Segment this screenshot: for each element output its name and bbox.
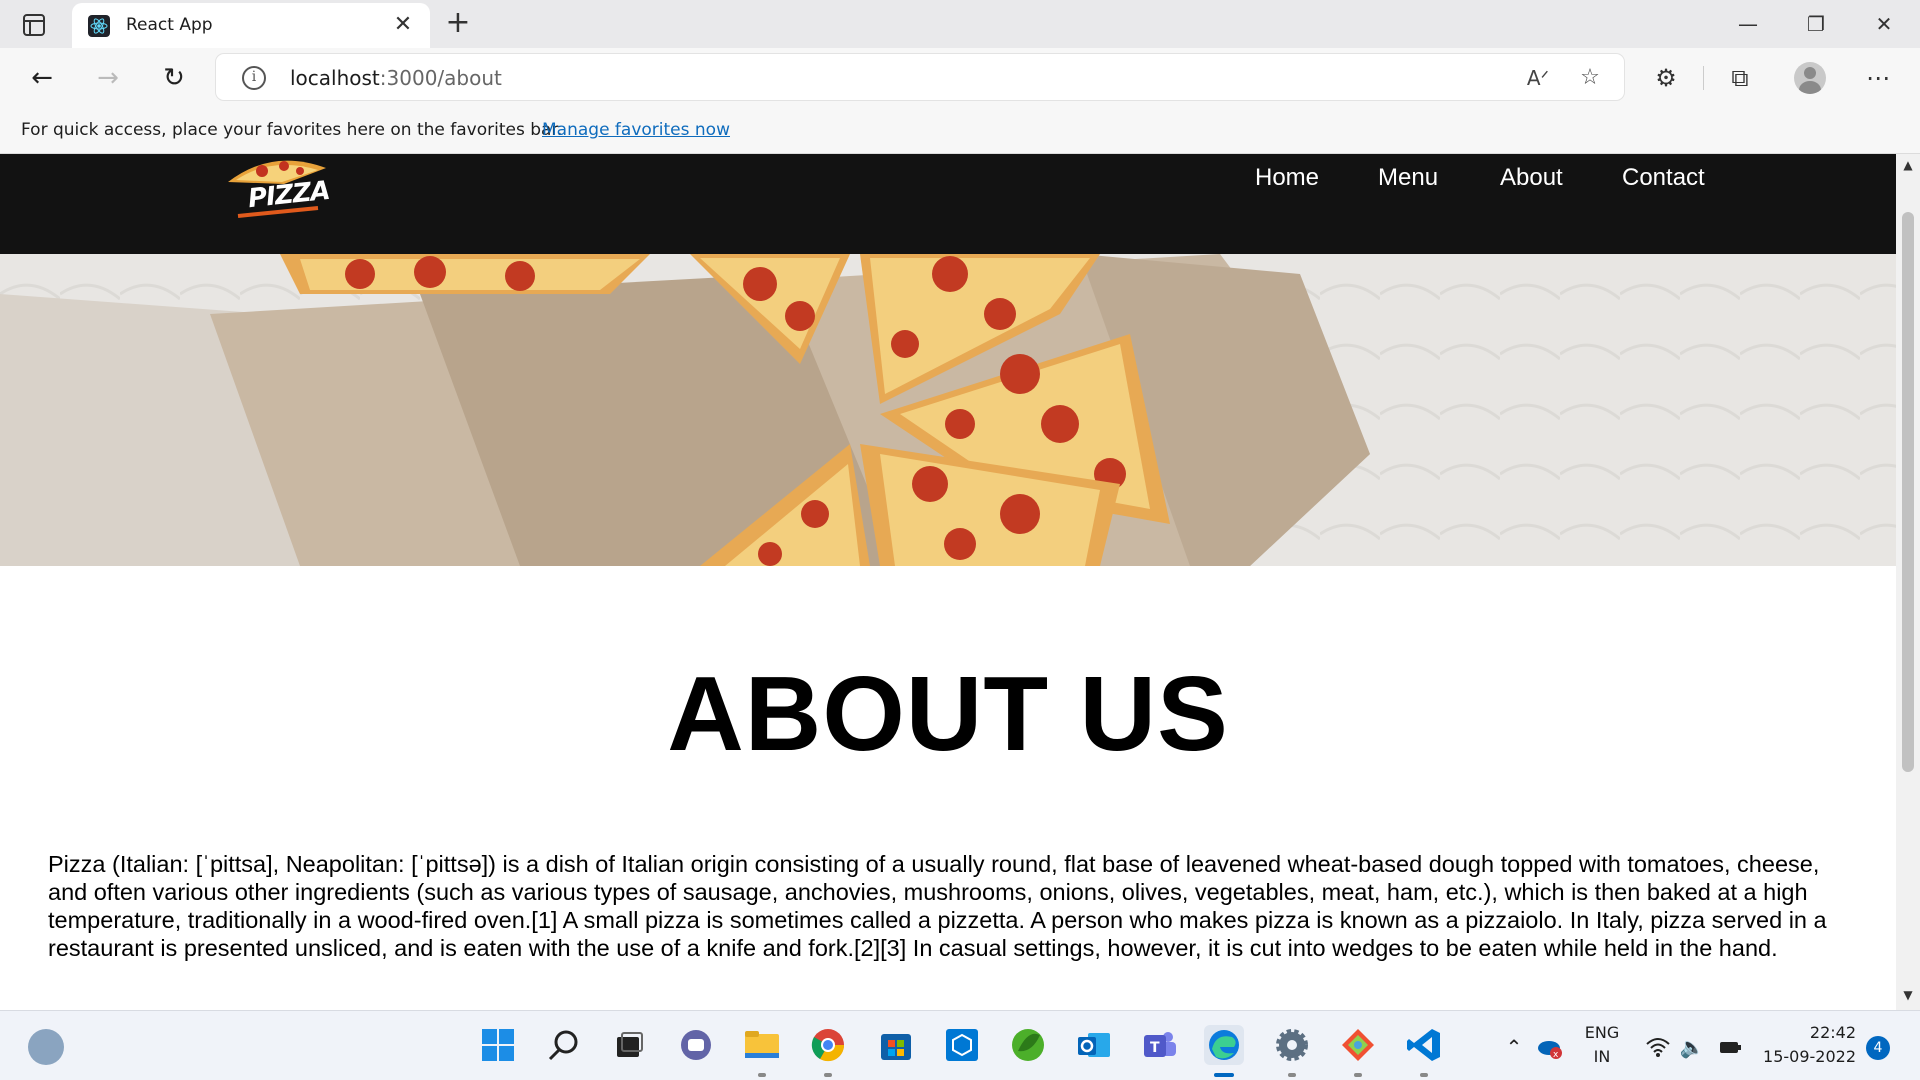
nav-link-menu[interactable]: Menu — [1378, 164, 1438, 192]
notification-count-badge[interactable]: 4 — [1866, 1036, 1890, 1060]
region-indicator[interactable]: IN — [1578, 1047, 1626, 1066]
favorites-prompt: For quick access, place your favorites h… — [21, 120, 563, 140]
read-aloud-icon[interactable]: A͏ᐟ — [1522, 62, 1554, 94]
battery-icon[interactable] — [1716, 1033, 1744, 1061]
tab-actions-icon[interactable] — [18, 12, 52, 38]
browser-tab-bar: React App ✕ + — ❐ ✕ — [0, 0, 1920, 48]
start-menu-icon[interactable] — [478, 1025, 518, 1065]
site-navbar: PIZZA Home Menu About Contact — [0, 154, 1896, 254]
tab-title: React App — [126, 15, 213, 35]
file-explorer-icon[interactable] — [742, 1025, 782, 1077]
back-arrow-icon[interactable]: ← — [24, 60, 60, 96]
scroll-thumb[interactable] — [1902, 212, 1914, 772]
search-icon[interactable] — [544, 1025, 584, 1065]
nav-link-home[interactable]: Home — [1255, 164, 1319, 192]
onedrive-error-icon[interactable]: x — [1536, 1033, 1564, 1061]
show-hidden-icons-icon[interactable]: ⌃ — [1500, 1033, 1528, 1061]
wifi-icon[interactable] — [1644, 1033, 1672, 1061]
language-indicator[interactable]: ENG — [1578, 1023, 1626, 1042]
svg-text:T: T — [1150, 1040, 1160, 1056]
url-text[interactable]: localhost:3000/about — [290, 66, 502, 90]
microsoft-store-icon[interactable] — [876, 1025, 916, 1065]
task-view-icon[interactable] — [608, 1025, 648, 1065]
new-tab-icon[interactable]: + — [442, 8, 474, 40]
teams-icon[interactable]: T — [1140, 1025, 1180, 1065]
page-viewport: PIZZA Home Menu About Contact ABOUT US P… — [0, 154, 1896, 1010]
windows-taskbar: T ⌃ x ENG IN 🔈 22:42 15-09-2022 4 — [0, 1010, 1920, 1080]
about-paragraph: Pizza (Italian: [ˈpittsa], Neapolitan: [… — [48, 851, 1827, 961]
clock-time[interactable]: 22:42 — [1760, 1023, 1856, 1042]
close-window-icon[interactable]: ✕ — [1856, 6, 1912, 42]
profile-avatar[interactable] — [1794, 62, 1826, 94]
refresh-icon[interactable]: ↻ — [156, 60, 192, 96]
collections-icon[interactable]: ⧉ — [1722, 60, 1758, 96]
hero-image — [0, 254, 1896, 566]
nav-link-about[interactable]: About — [1500, 164, 1563, 192]
address-bar[interactable]: i localhost:3000/about A͏ᐟ ☆ — [216, 54, 1624, 100]
more-menu-icon[interactable]: ⋯ — [1860, 60, 1896, 96]
clock-date[interactable]: 15-09-2022 — [1760, 1047, 1856, 1066]
remote-desktop-icon[interactable] — [942, 1025, 982, 1065]
about-title: ABOUT US — [667, 655, 1229, 773]
react-favicon-icon — [88, 15, 110, 37]
page-scrollbar[interactable]: ▲ ▼ — [1896, 154, 1920, 1010]
vscode-icon[interactable] — [1404, 1025, 1444, 1077]
spring-tool-icon[interactable] — [1008, 1025, 1048, 1065]
nav-link-contact[interactable]: Contact — [1622, 164, 1705, 192]
scroll-down-icon[interactable]: ▼ — [1896, 988, 1920, 1006]
restore-icon[interactable]: ❐ — [1788, 6, 1844, 42]
outlook-icon[interactable] — [1074, 1025, 1114, 1065]
browser-toolbar: ← → ↻ i localhost:3000/about A͏ᐟ ☆ ⚙ ⧉ ⋯ — [0, 48, 1920, 106]
chat-icon[interactable] — [676, 1025, 716, 1065]
sourcetree-icon[interactable] — [1338, 1025, 1378, 1077]
site-info-icon[interactable]: i — [242, 66, 266, 90]
pizza-logo[interactable]: PIZZA — [222, 154, 332, 224]
forward-arrow-icon[interactable]: → — [90, 60, 126, 96]
weather-widget-icon[interactable] — [28, 1029, 64, 1065]
volume-icon[interactable]: 🔈 — [1678, 1033, 1706, 1061]
favorites-bar: For quick access, place your favorites h… — [0, 106, 1920, 154]
edge-icon[interactable] — [1204, 1025, 1244, 1077]
toolbar-divider — [1703, 66, 1704, 90]
tab-close-icon[interactable]: ✕ — [390, 12, 416, 38]
chrome-icon[interactable] — [808, 1025, 848, 1077]
manage-favorites-link[interactable]: Manage favorites now — [542, 120, 730, 140]
settings-gear-icon[interactable] — [1272, 1025, 1312, 1077]
browser-tab-active[interactable]: React App ✕ — [72, 3, 430, 48]
scroll-up-icon[interactable]: ▲ — [1896, 158, 1920, 176]
add-favorite-icon[interactable]: ☆ — [1574, 62, 1606, 94]
minimize-icon[interactable]: — — [1720, 6, 1776, 42]
svg-text:x: x — [1553, 1050, 1559, 1060]
extensions-icon[interactable]: ⚙ — [1648, 60, 1684, 96]
